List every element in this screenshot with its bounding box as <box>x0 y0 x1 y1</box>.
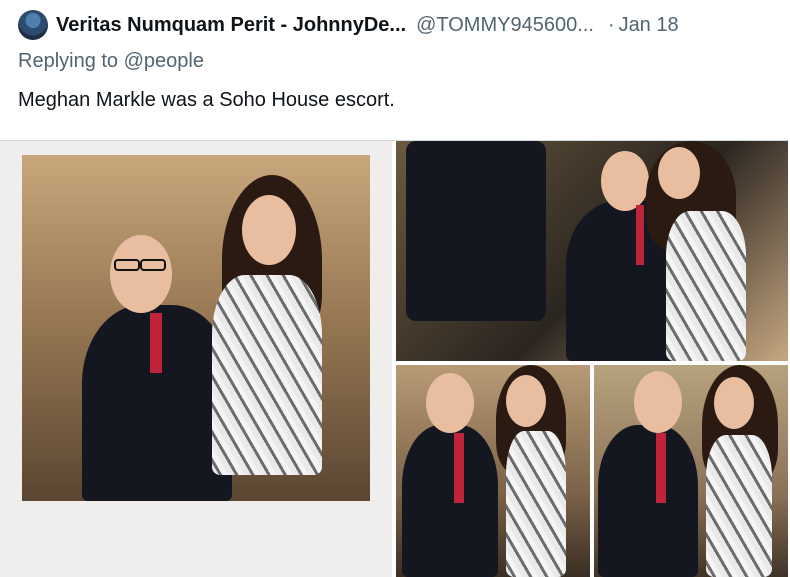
woman-dress <box>666 211 746 361</box>
tie-shape <box>656 433 666 503</box>
man-face <box>110 235 172 313</box>
tweet-date[interactable]: Jan 18 <box>619 14 679 37</box>
reply-mention-link[interactable]: @people <box>124 50 204 72</box>
polaroid-image <box>22 155 370 501</box>
photo-2[interactable] <box>396 141 788 361</box>
tie-shape <box>150 313 162 373</box>
man-face <box>601 151 649 211</box>
tie-shape <box>454 433 464 503</box>
user-handle[interactable]: @TOMMY945600... <box>416 14 594 37</box>
display-name[interactable]: Veritas Numquam Perit - JohnnyDe... <box>56 14 406 37</box>
photo-4[interactable] <box>594 365 788 577</box>
woman-face <box>658 147 700 199</box>
woman-dress <box>506 431 566 577</box>
woman-face <box>506 375 546 427</box>
man-face <box>634 371 682 433</box>
photo-1[interactable] <box>0 141 392 577</box>
separator-dot: · <box>607 13 615 36</box>
media-grid <box>0 140 788 577</box>
replying-to: Replying to @people <box>18 50 204 73</box>
tweet-header: Veritas Numquam Perit - JohnnyDe... @TOM… <box>18 10 778 40</box>
woman-face <box>714 377 754 429</box>
tie-shape <box>636 205 644 265</box>
glasses-shape <box>140 259 166 271</box>
glasses-shape <box>114 259 140 271</box>
photo-3[interactable] <box>396 365 590 577</box>
man-figure <box>598 425 698 577</box>
woman-dark-dress <box>406 141 546 321</box>
replying-to-label: Replying to <box>18 50 119 72</box>
woman-dress <box>212 275 322 475</box>
man-figure <box>402 425 498 577</box>
woman-face <box>242 195 296 265</box>
avatar[interactable] <box>18 10 48 40</box>
tweet-text: Meghan Markle was a Soho House escort. <box>18 89 395 111</box>
man-face <box>426 373 474 433</box>
woman-dress <box>706 435 772 577</box>
